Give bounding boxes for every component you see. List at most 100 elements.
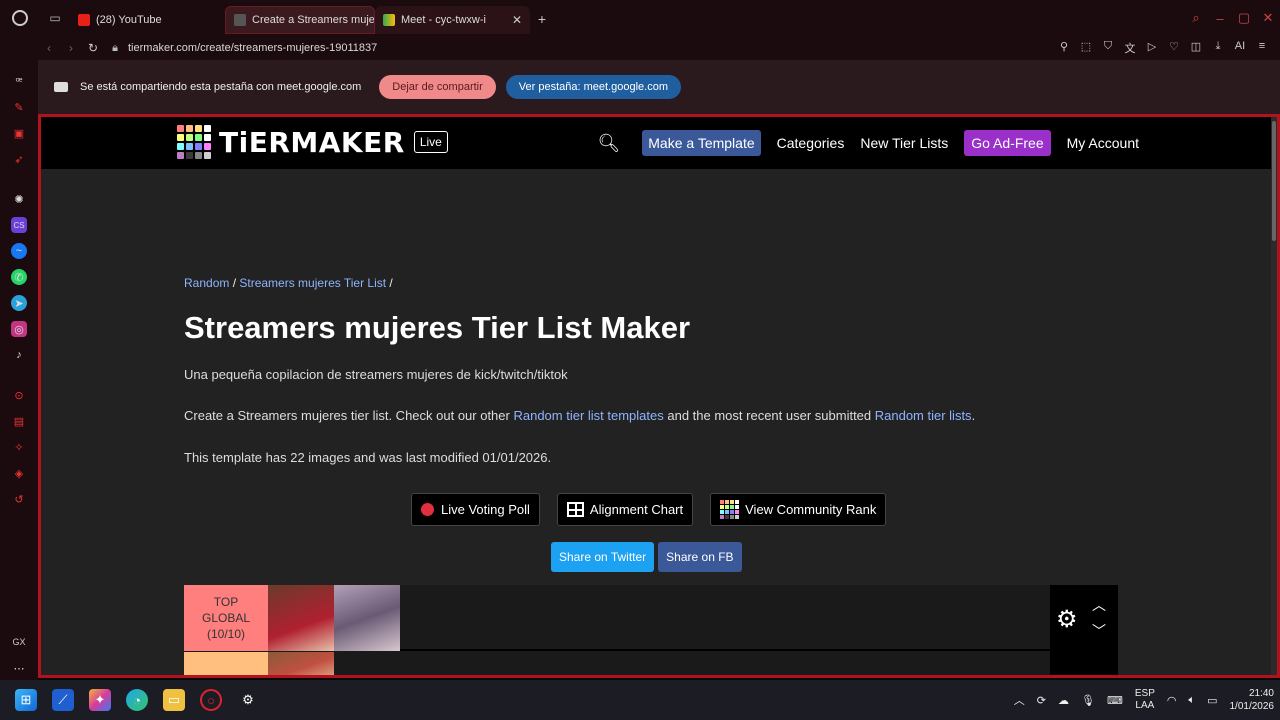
pen-icon[interactable]: ✎: [11, 99, 27, 115]
categories-link[interactable]: Categories: [777, 135, 845, 151]
maximize-icon[interactable]: ▢: [1232, 10, 1256, 26]
heart-icon[interactable]: ♡: [1166, 40, 1182, 56]
make-template-button[interactable]: Make a Template: [642, 130, 761, 156]
cloud-icon[interactable]: ☁: [1058, 694, 1069, 707]
forward-icon[interactable]: ›: [60, 41, 82, 55]
copilot-icon[interactable]: ✦: [89, 689, 111, 711]
random-templates-link[interactable]: Random tier list templates: [513, 408, 663, 423]
clock[interactable]: 21:40 1/01/2026: [1230, 687, 1275, 713]
random-tier-lists-link[interactable]: Random tier lists: [875, 408, 972, 423]
tiermaker-logo[interactable]: TiERMAKER Live: [177, 125, 448, 159]
tab-meet[interactable]: Meet - cyc-twxw-i ✕: [375, 6, 530, 34]
community-rank-button[interactable]: View Community Rank: [710, 493, 887, 526]
tab-youtube[interactable]: (28) YouTube: [70, 6, 225, 34]
gear-icon[interactable]: ⚙: [1056, 605, 1078, 634]
tiktok-icon[interactable]: ♪: [11, 347, 27, 363]
url-field[interactable]: tiermaker.com/create/streamers-mujeres-1…: [128, 42, 377, 54]
translate-icon[interactable]: 文: [1122, 40, 1138, 56]
shield-icon[interactable]: ⛉: [1100, 40, 1116, 56]
minimize-icon[interactable]: –: [1208, 11, 1232, 26]
history-icon[interactable]: ↺: [11, 491, 27, 507]
tab-islands-icon[interactable]: ▭: [40, 0, 70, 36]
button-label: View Community Rank: [745, 502, 877, 517]
rocket-icon[interactable]: ➶: [11, 151, 27, 167]
ai-button[interactable]: AI: [1232, 40, 1248, 56]
close-icon[interactable]: ✕: [512, 13, 522, 27]
cs-icon[interactable]: CS: [11, 217, 27, 233]
more-icon[interactable]: ⋯: [11, 660, 27, 676]
share-buttons: Share on Twitter Share on FB: [551, 542, 742, 572]
breadcrumb-random[interactable]: Random: [184, 276, 229, 290]
tag-icon[interactable]: ◈: [11, 465, 27, 481]
wifi-icon[interactable]: ◠: [1167, 694, 1177, 707]
page-scrollbar[interactable]: [1271, 117, 1277, 675]
player-icon[interactable]: ⊙: [11, 387, 27, 403]
go-ad-free-button[interactable]: Go Ad-Free: [964, 130, 1051, 156]
menu-icon[interactable]: ≡: [1254, 40, 1270, 56]
scrollbar-thumb[interactable]: [1272, 121, 1276, 241]
gaming-icon[interactable]: ▣: [11, 125, 27, 141]
sync-icon[interactable]: ⟳: [1037, 694, 1046, 707]
meet-icon: [383, 14, 395, 26]
back-icon[interactable]: ‹: [38, 41, 60, 55]
breadcrumb-list[interactable]: Streamers mujeres Tier List: [239, 276, 386, 290]
tier-image[interactable]: [334, 585, 400, 651]
grid-icon: [566, 502, 584, 517]
folder-icon[interactable]: ▭: [163, 689, 185, 711]
view-tab-button[interactable]: Ver pestaña: meet.google.com: [505, 75, 681, 99]
chevron-up-icon[interactable]: ︿: [1092, 595, 1106, 615]
mic-icon[interactable]: 🎙︎: [1081, 694, 1095, 707]
window-controls: ⌕ – ▢ ✕: [1184, 10, 1280, 26]
pinboard-icon[interactable]: ꟹ: [11, 73, 27, 89]
reload-icon[interactable]: ↻: [82, 41, 104, 55]
opera-gx-icon[interactable]: ○: [200, 689, 222, 711]
code-editor-icon[interactable]: ⟋: [52, 689, 74, 711]
wallet-icon[interactable]: ◫: [1188, 40, 1204, 56]
chatgpt-icon[interactable]: ✺: [11, 191, 27, 207]
system-tray: ︿ ⟳ ☁ 🎙︎ ⌨ ESP LAA ◠ 🔈︎ ▭ 21:40 1/01/202…: [1008, 687, 1280, 713]
settings-icon[interactable]: ⚙: [237, 689, 259, 711]
tier-label-top[interactable]: TOP GLOBAL (10/10): [184, 585, 268, 651]
gx-label[interactable]: GX: [11, 634, 27, 650]
blurb-text: and the most recent user submitted: [663, 408, 875, 423]
opera-menu-icon[interactable]: [0, 0, 40, 36]
edge-icon[interactable]: ◔: [126, 689, 148, 711]
close-window-icon[interactable]: ✕: [1256, 10, 1280, 26]
messenger-icon[interactable]: ~: [11, 243, 27, 259]
tabs-icon[interactable]: ▤: [11, 413, 27, 429]
new-tab-button[interactable]: +: [530, 11, 554, 27]
alignment-chart-button[interactable]: Alignment Chart: [556, 493, 694, 526]
search-icon[interactable]: 🔍︎: [597, 133, 620, 154]
telegram-icon[interactable]: ➤: [11, 295, 27, 311]
share-twitter-button[interactable]: Share on Twitter: [551, 542, 655, 572]
tab-tiermaker[interactable]: Create a Streamers mujer: [225, 6, 375, 34]
live-badge[interactable]: Live: [413, 131, 448, 153]
tier-image[interactable]: [268, 585, 334, 651]
chevron-down-icon[interactable]: ﹀: [1092, 621, 1106, 641]
start-icon[interactable]: ⊞: [15, 689, 37, 711]
live-voting-poll-button[interactable]: Live Voting Poll: [411, 493, 540, 526]
play-icon[interactable]: ▷: [1144, 40, 1160, 56]
button-label: Live Voting Poll: [441, 502, 530, 517]
chevron-up-icon[interactable]: ︿: [1014, 692, 1025, 708]
tier-label-second[interactable]: [184, 652, 268, 675]
tier-label-text: TOP GLOBAL (10/10): [202, 594, 250, 642]
battery-icon[interactable]: ▭: [1207, 694, 1217, 707]
whatsapp-icon[interactable]: ✆: [11, 269, 27, 285]
language-indicator[interactable]: ESP LAA: [1135, 688, 1155, 712]
breadcrumb-sep: /: [386, 276, 393, 290]
stop-sharing-button[interactable]: Dejar de compartir: [379, 75, 496, 99]
instagram-icon[interactable]: ◎: [11, 321, 27, 337]
snapshot-icon[interactable]: ⬚: [1078, 40, 1094, 56]
search-icon[interactable]: ⌕: [1184, 10, 1208, 26]
my-account-link[interactable]: My Account: [1067, 135, 1139, 151]
volume-icon[interactable]: 🔈︎: [1188, 694, 1195, 707]
lock-icon[interactable]: 🔒︎: [104, 42, 126, 55]
share-fb-button[interactable]: Share on FB: [658, 542, 742, 572]
download-icon[interactable]: ⤓: [1210, 40, 1226, 56]
tier-image[interactable]: [268, 652, 334, 675]
new-tier-lists-link[interactable]: New Tier Lists: [860, 135, 948, 151]
extensions-icon[interactable]: ✧: [11, 439, 27, 455]
keyboard-icon[interactable]: ⌨: [1107, 694, 1123, 707]
pin-icon[interactable]: ⚲: [1056, 40, 1072, 56]
